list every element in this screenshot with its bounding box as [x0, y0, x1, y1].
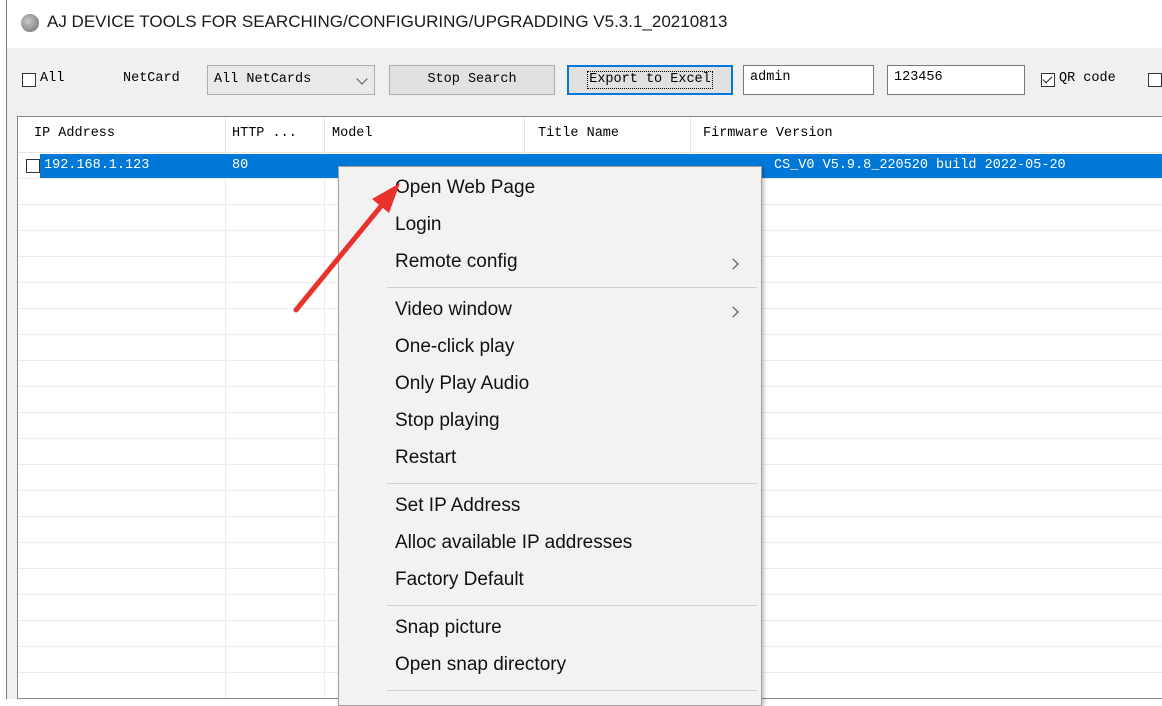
menu-item-factory-default[interactable]: Factory Default — [395, 569, 524, 591]
stop-search-label: Stop Search — [427, 72, 517, 87]
menu-separator — [387, 287, 757, 288]
column-ip-address[interactable]: IP Address — [34, 126, 115, 141]
extra-checkbox[interactable] — [1148, 73, 1162, 87]
column-http-port[interactable]: HTTP ... — [232, 126, 297, 141]
cell-http-port: 80 — [232, 158, 249, 173]
select-all-checkbox[interactable] — [22, 73, 36, 87]
username-input[interactable]: admin — [743, 65, 874, 95]
menu-item-one-click-play[interactable]: One-click play — [395, 336, 514, 358]
column-separator[interactable] — [324, 117, 325, 152]
menu-item-alloc-ip-addresses[interactable]: Alloc available IP addresses — [395, 532, 632, 554]
netcard-selected-value: All NetCards — [214, 72, 312, 87]
cell-firmware-version: CS_V0 V5.9.8_220520 build 2022-05-20 — [774, 158, 1066, 173]
column-separator[interactable] — [690, 117, 691, 152]
export-excel-label: Export to Excel — [587, 71, 713, 89]
menu-item-remote-config[interactable]: Remote config — [395, 251, 518, 273]
password-input[interactable]: 123456 — [887, 65, 1025, 95]
row-checkbox[interactable] — [26, 159, 40, 173]
title-bar: AJ DEVICE TOOLS FOR SEARCHING/CONFIGURIN… — [7, 0, 1162, 48]
column-separator[interactable] — [524, 117, 525, 152]
menu-item-login[interactable]: Login — [395, 214, 442, 236]
menu-item-set-ip-address[interactable]: Set IP Address — [395, 495, 520, 517]
context-menu: Open Web Page Login Remote config Video … — [338, 166, 762, 706]
chevron-down-icon — [356, 73, 368, 85]
column-model[interactable]: Model — [332, 126, 373, 141]
column-separator[interactable] — [225, 117, 226, 152]
menu-item-video-window[interactable]: Video window — [395, 299, 512, 321]
menu-item-restart[interactable]: Restart — [395, 447, 456, 469]
menu-item-stop-playing[interactable]: Stop playing — [395, 410, 500, 432]
toolbar: All NetCard All NetCards Stop Search Exp… — [7, 48, 1162, 114]
menu-item-only-play-audio[interactable]: Only Play Audio — [395, 373, 529, 395]
qr-code-label: QR code — [1059, 71, 1116, 86]
netcard-label: NetCard — [123, 71, 180, 86]
menu-item-snap-picture[interactable]: Snap picture — [395, 617, 502, 639]
chevron-right-icon — [727, 306, 739, 318]
app-icon — [21, 14, 39, 32]
grid-line — [225, 153, 226, 698]
qr-code-checkbox[interactable] — [1041, 73, 1055, 87]
menu-separator — [387, 483, 757, 484]
netcard-dropdown[interactable]: All NetCards — [207, 65, 375, 95]
select-all-label: All — [40, 71, 65, 86]
list-header: IP Address HTTP ... Model Title Name Fir… — [18, 117, 1162, 153]
menu-separator — [387, 690, 757, 691]
grid-line — [324, 153, 325, 698]
chevron-right-icon — [727, 258, 739, 270]
cell-ip-address: 192.168.1.123 — [44, 158, 150, 173]
window-title: AJ DEVICE TOOLS FOR SEARCHING/CONFIGURIN… — [47, 12, 728, 31]
menu-separator — [387, 605, 757, 606]
column-title-name[interactable]: Title Name — [538, 126, 619, 141]
menu-item-open-snap-directory[interactable]: Open snap directory — [395, 654, 566, 676]
stop-search-button[interactable]: Stop Search — [389, 65, 555, 95]
menu-item-open-web-page[interactable]: Open Web Page — [395, 177, 535, 199]
export-excel-button[interactable]: Export to Excel — [567, 65, 733, 95]
column-firmware-version[interactable]: Firmware Version — [703, 126, 833, 141]
